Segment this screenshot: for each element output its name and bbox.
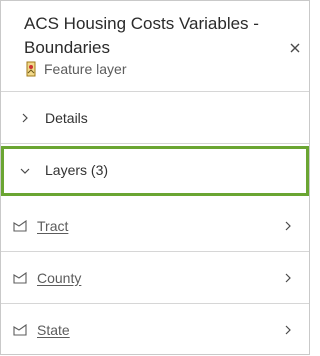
layer-item-tract[interactable]: Tract bbox=[1, 200, 309, 252]
polygon-layer-icon bbox=[12, 271, 28, 285]
layer-link-county[interactable]: County bbox=[37, 270, 81, 286]
close-button[interactable] bbox=[285, 38, 305, 58]
layer-link-tract[interactable]: Tract bbox=[37, 218, 68, 234]
item-type-label: Feature layer bbox=[44, 61, 127, 77]
item-details-panel: ACS Housing Costs Variables - Boundaries… bbox=[0, 0, 310, 355]
feature-layer-icon bbox=[26, 61, 36, 77]
layers-section[interactable]: Layers (3) bbox=[1, 146, 309, 196]
layer-list: Tract County State bbox=[1, 200, 309, 356]
polygon-layer-icon bbox=[12, 219, 28, 233]
layers-label: Layers (3) bbox=[45, 162, 109, 178]
layer-item-county[interactable]: County bbox=[1, 252, 309, 304]
polygon-layer-icon bbox=[12, 323, 28, 337]
chevron-right-icon[interactable] bbox=[283, 220, 293, 232]
details-section[interactable]: Details bbox=[1, 92, 309, 144]
chevron-right-icon bbox=[19, 112, 31, 124]
layer-link-state[interactable]: State bbox=[37, 322, 70, 338]
details-label: Details bbox=[45, 109, 88, 126]
panel-header: ACS Housing Costs Variables - Boundaries… bbox=[1, 1, 309, 92]
close-icon bbox=[290, 43, 300, 53]
item-type: Feature layer bbox=[24, 58, 126, 80]
panel-title: ACS Housing Costs Variables - Boundaries bbox=[24, 14, 259, 57]
chevron-right-icon[interactable] bbox=[283, 272, 293, 284]
chevron-down-icon bbox=[19, 165, 31, 177]
chevron-right-icon[interactable] bbox=[283, 324, 293, 336]
layer-item-state[interactable]: State bbox=[1, 304, 309, 356]
